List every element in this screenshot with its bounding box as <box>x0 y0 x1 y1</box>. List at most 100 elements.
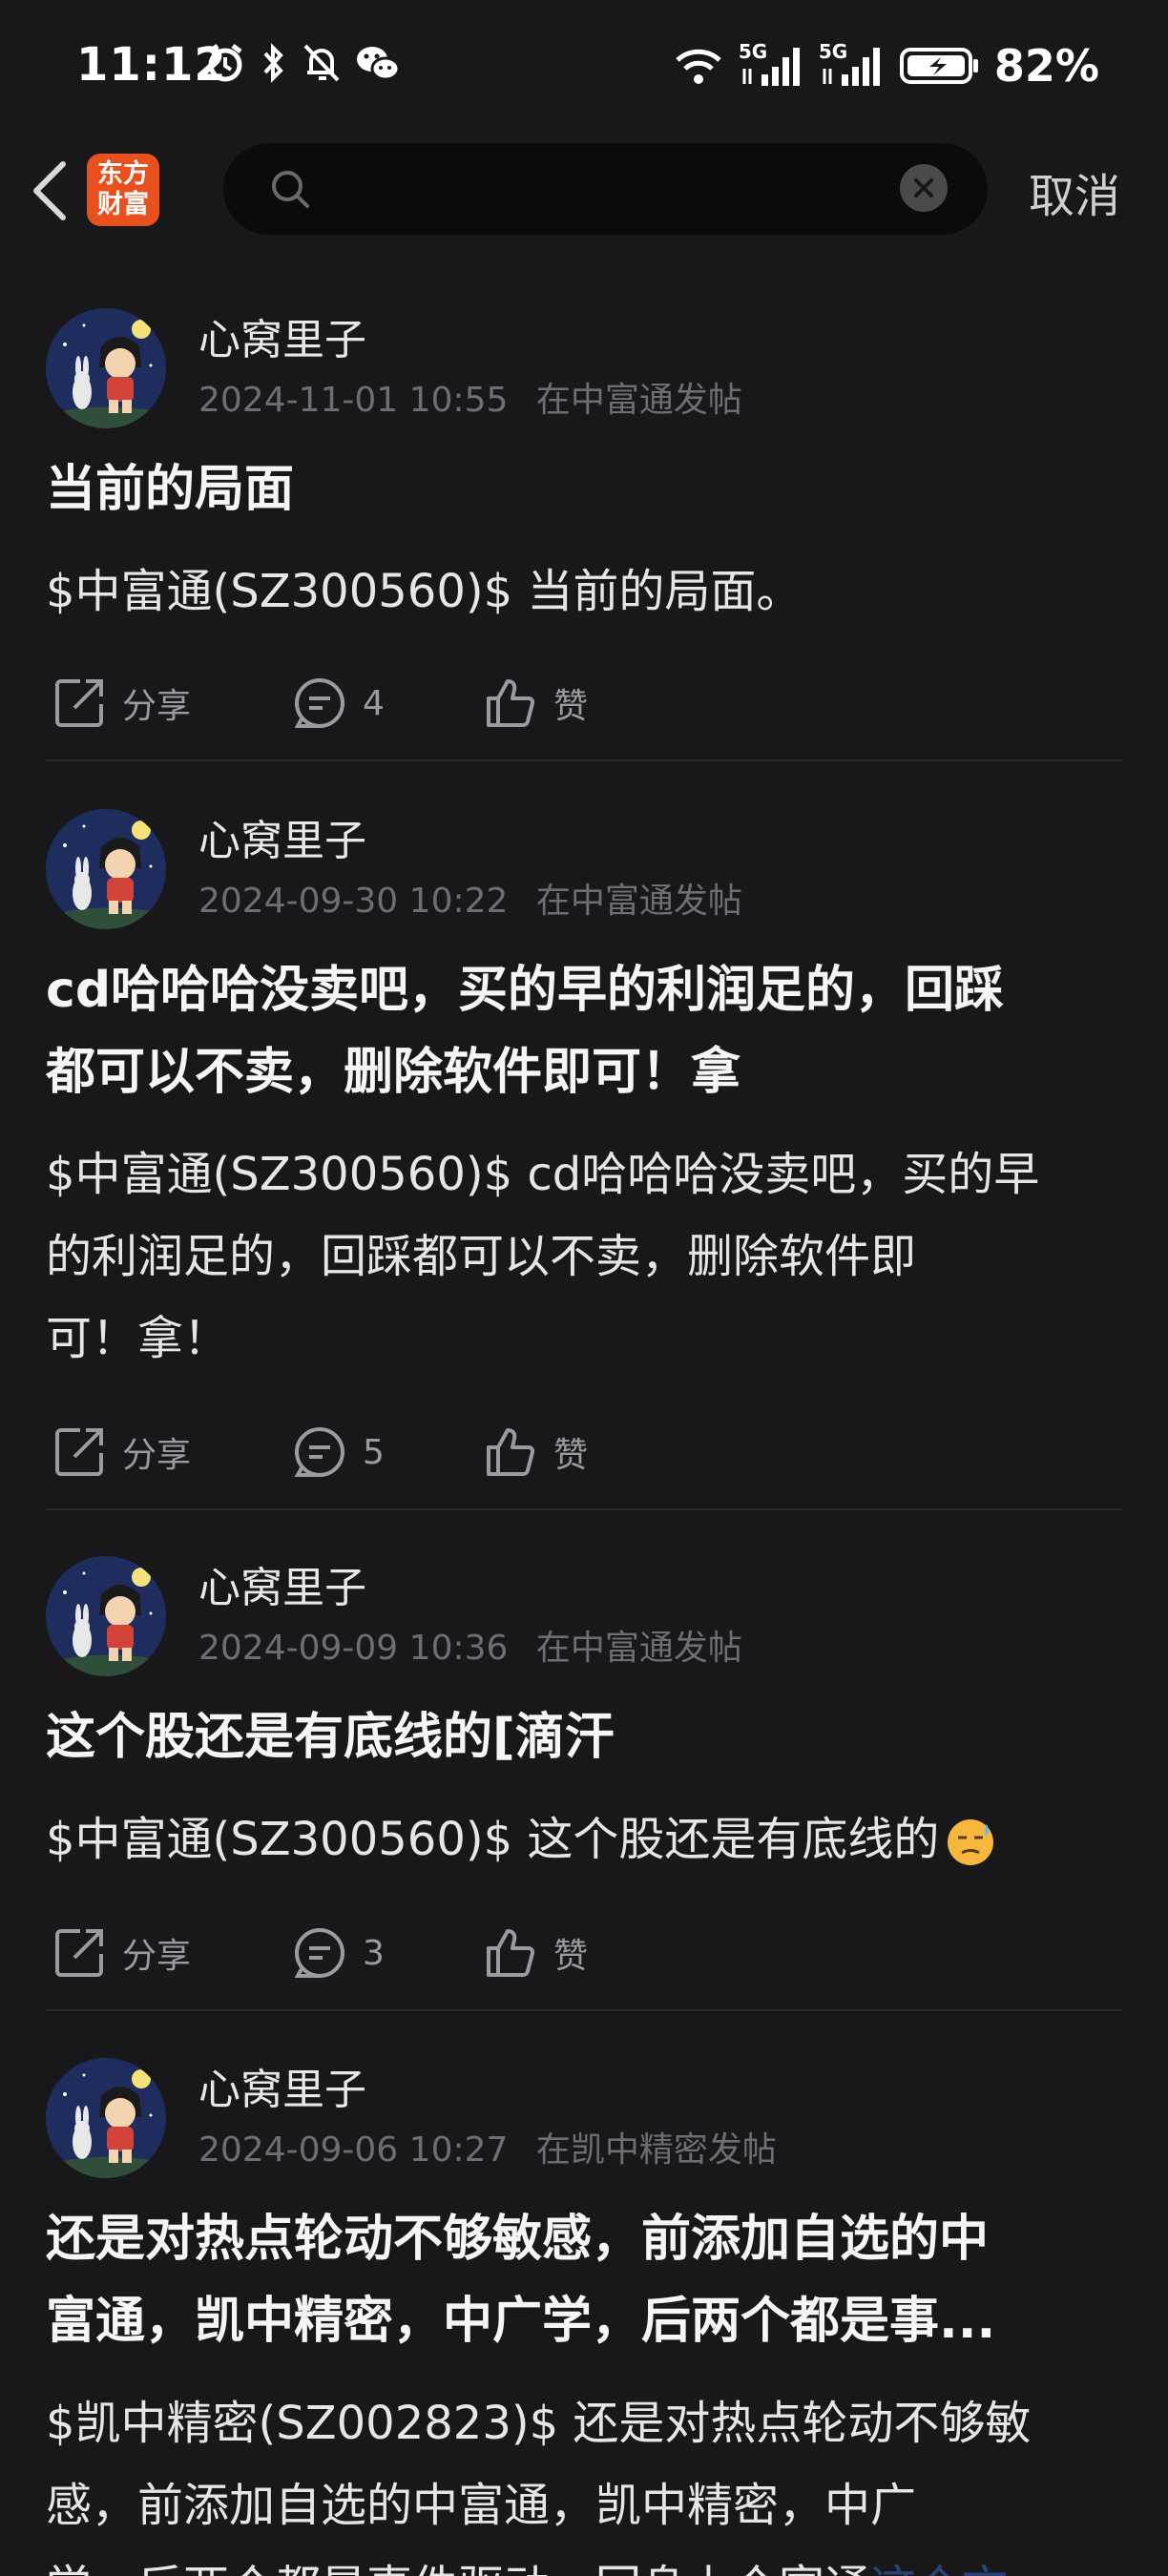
post-card[interactable]: 心窝里子 2024-09-30 10:22 在中富通发帖 cd哈哈哈没卖吧，买的… <box>0 797 1168 1512</box>
comment-button[interactable]: 5 <box>292 1424 385 1480</box>
post-title-line: cd哈哈哈没卖吧，买的早的利润足的，回踩 <box>46 962 1005 1019</box>
close-icon <box>914 178 933 197</box>
post-card[interactable]: 心窝里子 2024-09-09 10:36 在中富通发帖 这个股还是有底线的[滴… <box>0 1544 1168 2011</box>
status-icons-left <box>204 42 401 84</box>
like-button[interactable]: 赞 <box>483 1424 588 1480</box>
like-button[interactable]: 赞 <box>483 675 588 731</box>
signal-icon-2: 5G <box>819 40 884 88</box>
top-search-bar: 东方 财富 取消 <box>0 134 1168 248</box>
like-label: 赞 <box>553 1436 589 1475</box>
thumbs-up-icon <box>487 679 535 727</box>
author-name[interactable]: 心窝里子 <box>198 2055 366 2116</box>
post-date: 2024-11-01 10:55 <box>198 381 509 420</box>
status-bar: 11:12 5G 5G 82% <box>0 0 1168 134</box>
share-button[interactable]: 分享 <box>52 675 191 731</box>
search-input[interactable] <box>328 160 905 219</box>
wifi-icon <box>676 49 721 84</box>
post-body-line: $凯中精密(SZ002823)$ 还是对热点轮动不够敏 <box>46 2397 1032 2450</box>
post-body[interactable]: $中富通(SZ300560)$ cd哈哈哈没卖吧，买的早 的利润足的，回踩都可以… <box>46 1133 1129 1380</box>
thumbs-up-icon <box>487 1428 535 1476</box>
comment-icon <box>294 1928 344 1978</box>
post-body-line: 的利润足的，回踩都可以不卖，删除软件即 <box>46 1230 917 1283</box>
alarm-icon <box>208 44 242 82</box>
bluetooth-icon <box>263 43 283 83</box>
avatar[interactable] <box>46 308 166 428</box>
avatar[interactable] <box>46 2058 166 2178</box>
comment-button[interactable]: 4 <box>292 675 385 731</box>
status-icons-right: 5G 5G 82% <box>674 40 1099 92</box>
post-title[interactable]: 还是对热点轮动不够敏感，前添加自选的中 富通，凯中精密，中广学，后两个都是事..… <box>46 2198 1124 2362</box>
clear-search-button[interactable] <box>900 164 948 212</box>
post-card[interactable]: 心窝里子 2024-11-01 10:55 在中富通发帖 当前的局面 $中富通(… <box>0 296 1168 763</box>
divider <box>46 2009 1122 2011</box>
like-label: 赞 <box>553 687 589 726</box>
post-date: 2024-09-09 10:36 <box>198 1629 509 1668</box>
share-icon <box>55 679 103 727</box>
post-body-line: $中富通(SZ300560)$ cd哈哈哈没卖吧，买的早 <box>46 1148 1040 1201</box>
comment-count: 4 <box>363 683 385 723</box>
post-date: 2024-09-30 10:22 <box>198 882 509 921</box>
post-body-link[interactable]: 这个文 <box>870 2561 1008 2576</box>
post-body[interactable]: $中富通(SZ300560)$ 这个股还是有底线的 <box>46 1798 1129 1880</box>
share-label: 分享 <box>122 1937 192 1976</box>
divider <box>46 1508 1122 1510</box>
like-label: 赞 <box>553 1937 589 1976</box>
post-meta: 2024-09-09 10:36 在中富通发帖 <box>198 1620 742 1670</box>
author-name[interactable]: 心窝里子 <box>198 305 366 366</box>
thumbs-up-icon <box>487 1929 535 1977</box>
battery-icon <box>899 48 978 84</box>
post-card[interactable]: 心窝里子 2024-09-06 10:27 在凯中精密发帖 还是对热点轮动不够敏… <box>0 2046 1168 2576</box>
post-title[interactable]: 这个股还是有底线的[滴汗 <box>46 1696 1124 1778</box>
comment-icon <box>294 1427 344 1477</box>
divider <box>46 759 1122 761</box>
signal-icon-1: 5G <box>739 40 803 88</box>
author-name[interactable]: 心窝里子 <box>198 1553 366 1614</box>
share-button[interactable]: 分享 <box>52 1925 191 1981</box>
comment-button[interactable]: 3 <box>292 1925 385 1981</box>
share-icon <box>55 1929 103 1977</box>
comment-count: 3 <box>363 1933 385 1973</box>
post-source: 在凯中精密发帖 <box>535 2130 777 2170</box>
post-body-text: 学，后两个都是事件驱动，回身上个富通 <box>46 2561 870 2576</box>
share-label: 分享 <box>122 687 192 726</box>
sweat-emoji-icon <box>948 1819 994 1865</box>
post-meta: 2024-09-30 10:22 在中富通发帖 <box>198 873 742 923</box>
share-button[interactable]: 分享 <box>52 1424 191 1480</box>
logo-line-2: 财富 <box>97 190 149 219</box>
post-source: 在中富通发帖 <box>535 1629 742 1668</box>
author-name[interactable]: 心窝里子 <box>198 806 366 867</box>
share-icon <box>55 1428 103 1476</box>
logo-line-1: 东方 <box>97 159 149 189</box>
post-body[interactable]: $中富通(SZ300560)$ 当前的局面。 <box>46 551 1129 633</box>
post-source: 在中富通发帖 <box>535 381 742 420</box>
like-button[interactable]: 赞 <box>483 1925 588 1981</box>
post-title[interactable]: 当前的局面 <box>46 448 1124 530</box>
search-box[interactable] <box>223 143 988 235</box>
post-title[interactable]: cd哈哈哈没卖吧，买的早的利润足的，回踩 都可以不卖，删除软件即可！拿 <box>46 949 1124 1113</box>
back-button[interactable] <box>21 155 78 227</box>
post-body-line: 感，前添加自选的中富通，凯中精密，中广 <box>46 2479 917 2532</box>
post-body-text: $中富通(SZ300560)$ 这个股还是有底线的 <box>46 1813 940 1866</box>
post-body-line-3: 学，后两个都是事件驱动，回身上个富通这个文 <box>46 2546 1129 2576</box>
post-source: 在中富通发帖 <box>535 882 742 921</box>
share-label: 分享 <box>122 1436 192 1475</box>
avatar[interactable] <box>46 809 166 929</box>
post-meta: 2024-09-06 10:27 在凯中精密发帖 <box>198 2122 777 2171</box>
mute-bell-icon <box>303 44 340 82</box>
avatar[interactable] <box>46 1556 166 1676</box>
post-title-line: 还是对热点轮动不够敏感，前添加自选的中 <box>46 2211 990 2268</box>
post-title-line: 都可以不卖，删除软件即可！拿 <box>46 1044 741 1101</box>
post-title-line: 富通，凯中精密，中广学，后两个都是事... <box>46 2293 996 2350</box>
app-logo[interactable]: 东方 财富 <box>87 154 159 226</box>
post-body[interactable]: $凯中精密(SZ002823)$ 还是对热点轮动不够敏 感，前添加自选的中富通，… <box>46 2382 1129 2576</box>
comment-count: 5 <box>363 1432 385 1472</box>
chevron-left-icon <box>33 161 66 220</box>
battery-level: 82% <box>993 40 1099 92</box>
post-date: 2024-09-06 10:27 <box>198 2130 509 2170</box>
comment-icon <box>294 678 344 728</box>
wechat-icon <box>357 47 401 81</box>
cancel-button[interactable]: 取消 <box>1029 158 1120 225</box>
post-body-line: 可！拿！ <box>46 1312 230 1365</box>
post-meta: 2024-11-01 10:55 在中富通发帖 <box>198 372 742 422</box>
search-icon <box>272 171 309 208</box>
